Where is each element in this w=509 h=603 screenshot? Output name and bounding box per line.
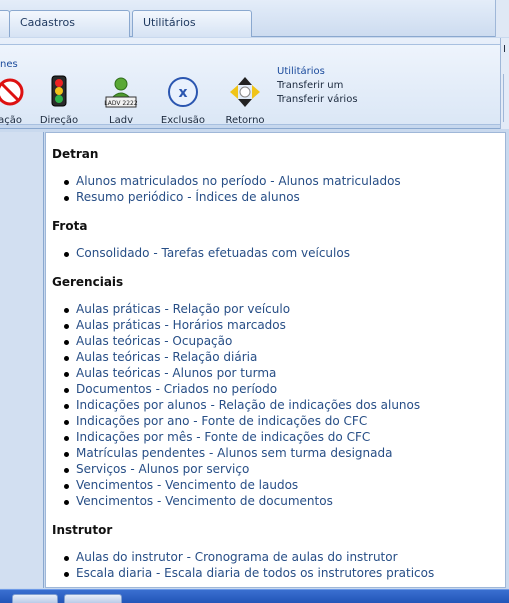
report-link[interactable]: Alunos matriculados no período - Alunos … — [64, 174, 401, 188]
ribbon-button-direcao[interactable]: Direção — [31, 71, 87, 131]
svg-text:x: x — [178, 85, 187, 101]
ribbon-panel: nes ação Direção LADV 2222 Ladv x Exclus… — [0, 44, 502, 126]
ribbon-button-exclusao[interactable]: x Exclusão — [155, 71, 211, 131]
traffic-light-icon — [51, 75, 67, 107]
tab-label: Cadastros — [20, 16, 75, 29]
ribbon-group-title: nes — [0, 59, 18, 70]
tab-label: Utilitários — [143, 16, 196, 29]
section-title: Gerenciais — [52, 275, 124, 289]
section-instrutor: Instrutor — [52, 523, 112, 537]
tab-cadastros[interactable]: Cadastros — [9, 10, 130, 37]
report-link[interactable]: Aulas do instrutor - Cronograma de aulas… — [64, 550, 398, 564]
divider — [503, 74, 504, 122]
ribbon-button-ladv[interactable]: LADV 2222 Ladv — [93, 71, 149, 131]
report-link[interactable]: Aulas teóricas - Relação diária — [63, 350, 257, 364]
utilities-group: Utilitários Transferir um Transferir vár… — [277, 65, 358, 107]
report-link[interactable]: Indicações por mês - Fonte de indicações… — [63, 430, 370, 444]
license-plate-text: LADV 2222 — [104, 100, 138, 107]
utilities-title: Utilitários — [277, 66, 325, 77]
report-link[interactable]: Aulas práticas - Relação por veículo — [63, 302, 290, 316]
ribbon: nes ação Direção LADV 2222 Ladv x Exclus… — [0, 38, 509, 129]
report-link[interactable]: Escala diaria - Escala diaria de todos o… — [63, 566, 434, 580]
section-title: Instrutor — [52, 523, 113, 537]
transferir-um-link[interactable]: Transferir um — [277, 79, 358, 93]
report-link[interactable]: Aulas práticas - Horários marcados — [64, 318, 286, 332]
ribbon-button-label: Retorno — [225, 115, 265, 126]
section-frota: Frota — [52, 219, 87, 233]
transferir-varios-link[interactable]: Transferir vários — [277, 93, 358, 107]
ribbon-right-edge: I — [500, 38, 509, 129]
tab-utilitarios[interactable]: Utilitários — [132, 10, 252, 37]
report-link[interactable]: Vencimentos - Vencimento de laudos — [63, 478, 298, 492]
ribbon-button-label: Exclusão — [160, 115, 206, 126]
tab-strip-edge — [495, 0, 509, 37]
report-link[interactable]: Vencimentos - Vencimento de documentos — [64, 494, 333, 508]
reports-list-panel: Detran Alunos matriculados no período - … — [45, 132, 506, 588]
section-detran: Detran — [52, 147, 98, 161]
taskbar-app-button[interactable] — [64, 594, 122, 603]
report-link[interactable]: Resumo periódico - Índices de alunos — [64, 190, 300, 204]
section-gerenciais: Gerenciais — [52, 275, 123, 289]
report-link[interactable]: Aulas teóricas - Ocupação — [63, 334, 232, 348]
report-link[interactable]: Serviços - Alunos por serviço — [63, 462, 249, 476]
ribbon-button-label: Direção — [39, 115, 79, 126]
report-link[interactable]: Aulas teóricas - Alunos por turma — [63, 366, 276, 380]
report-link[interactable]: Indicações por alunos - Relação de indic… — [63, 398, 420, 412]
report-link[interactable]: Documentos - Criados no período — [63, 382, 277, 396]
section-title: Detran — [52, 147, 99, 161]
report-link[interactable]: Matrículas pendentes - Alunos sem turma … — [63, 446, 392, 460]
prohibited-icon — [0, 78, 24, 106]
ribbon-button-label: Ladv — [109, 115, 133, 126]
license-user-icon: LADV 2222 — [104, 77, 138, 108]
ribbon-tab-strip: Cadastros Utilitários — [0, 0, 509, 37]
taskbar-app-button[interactable] — [12, 594, 58, 603]
ribbon-right-group-title: I — [503, 44, 506, 55]
report-link[interactable]: Indicações por ano - Fonte de indicações… — [63, 414, 367, 428]
left-navigation-pane — [0, 132, 44, 588]
exclude-x-icon: x — [168, 77, 198, 107]
ribbon-button-retorno[interactable]: Retorno — [217, 71, 273, 131]
taskbar — [0, 589, 509, 603]
section-title: Frota — [52, 219, 88, 233]
return-arrows-icon — [230, 77, 260, 107]
report-link[interactable]: Consolidado - Tarefas efetuadas com veíc… — [64, 246, 350, 260]
